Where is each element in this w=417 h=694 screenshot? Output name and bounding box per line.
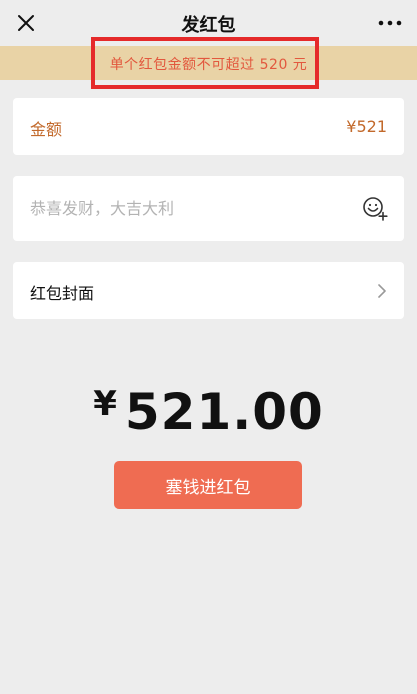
greeting-row bbox=[13, 176, 404, 241]
greeting-input[interactable] bbox=[30, 196, 350, 220]
send-red-packet-button[interactable]: 塞钱进红包 bbox=[114, 461, 302, 509]
warning-highlight-box bbox=[91, 37, 319, 89]
more-icon[interactable] bbox=[375, 11, 405, 35]
cover-label: 红包封面 bbox=[30, 284, 95, 303]
chevron-right-icon bbox=[378, 284, 386, 298]
amount-label: 金额 bbox=[30, 120, 63, 139]
amount-value[interactable]: ¥521 bbox=[346, 117, 387, 136]
emoji-add-icon[interactable] bbox=[362, 196, 388, 222]
total-amount-value: 521.00 bbox=[124, 383, 324, 441]
amount-row[interactable]: 金额 ¥521 bbox=[13, 98, 404, 155]
currency-symbol: ¥ bbox=[93, 384, 117, 424]
total-amount: ¥521.00 bbox=[0, 383, 417, 441]
cover-row[interactable]: 红包封面 bbox=[13, 262, 404, 319]
page-title: 发红包 bbox=[181, 15, 236, 36]
